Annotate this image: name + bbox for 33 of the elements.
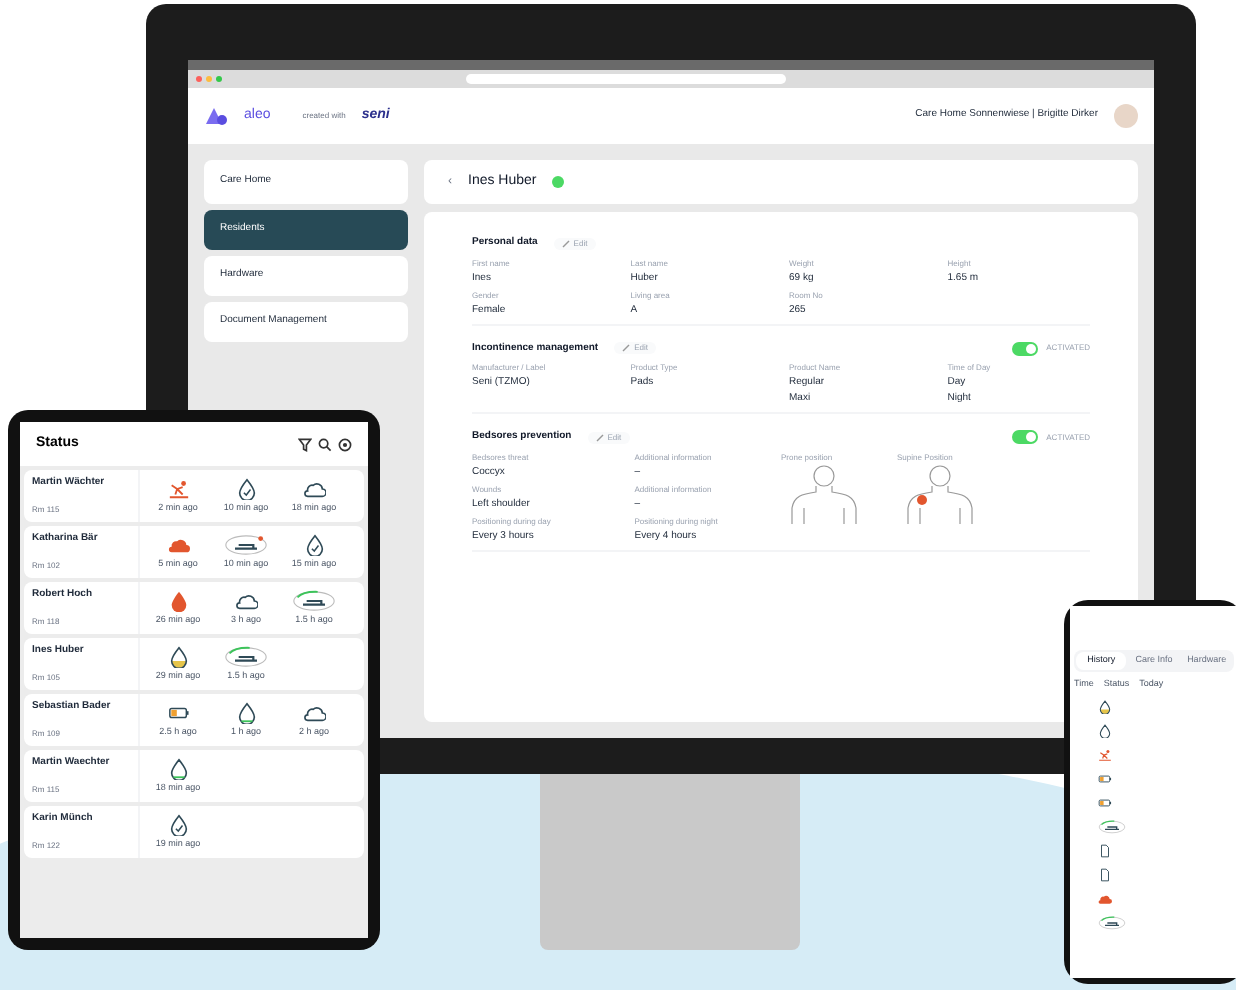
battery-icon: [1098, 771, 1112, 785]
drop-check-icon: [303, 533, 325, 556]
logo-icon: [204, 106, 228, 126]
bed-icon: [1098, 915, 1126, 929]
bed-icon: [1098, 819, 1126, 833]
drop-check-icon: [167, 813, 189, 836]
pencil-icon: [595, 433, 604, 442]
pencil-icon: [622, 344, 631, 353]
bed-icon: [292, 589, 336, 612]
filter-icon[interactable]: [298, 437, 312, 451]
cloud-icon: [235, 589, 257, 612]
cloud-icon: [1098, 891, 1112, 905]
search-icon[interactable]: [318, 437, 332, 451]
drop-icon: [1098, 723, 1112, 737]
battery-icon: [1098, 795, 1112, 809]
settings-icon[interactable]: [338, 437, 352, 451]
falling-person-icon: [167, 477, 189, 500]
bed-icon: [224, 645, 268, 668]
pencil-icon: [561, 239, 570, 248]
toggle-switch[interactable]: [1012, 341, 1039, 356]
cloud-icon: [303, 477, 325, 500]
drop-icon: [167, 645, 189, 668]
drop-icon: [235, 701, 257, 724]
drop-icon: [1098, 699, 1112, 713]
drop-check-icon: [235, 477, 257, 500]
bed-icon: [224, 533, 268, 556]
falling-person-icon: [1098, 747, 1112, 761]
avatar[interactable]: [1114, 104, 1138, 128]
toggle-switch[interactable]: [1012, 430, 1039, 445]
cloud-icon: [303, 701, 325, 724]
drop-icon: [167, 589, 189, 612]
address-bar[interactable]: [466, 74, 786, 84]
drop-icon: [167, 757, 189, 780]
